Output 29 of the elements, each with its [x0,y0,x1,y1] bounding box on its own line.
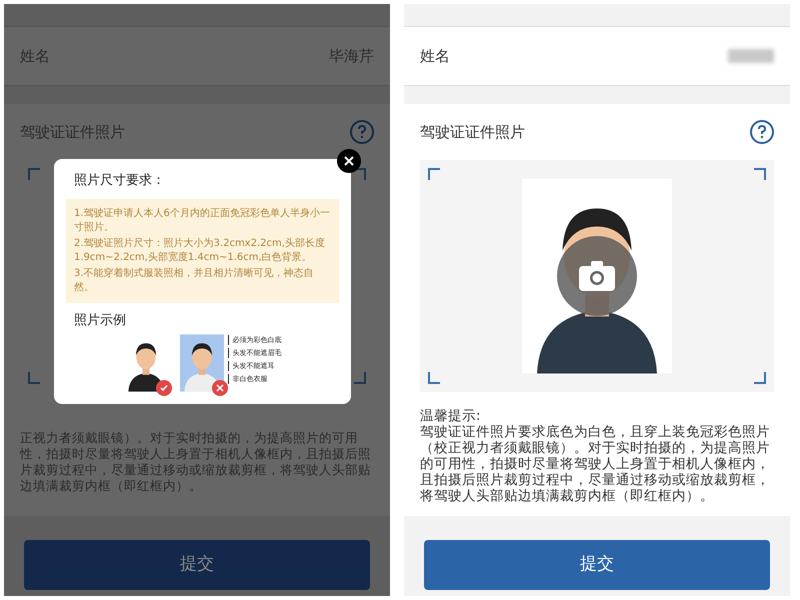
tip-line: 性，拍摄时尽量将驾驶人上身置于相机人像框内，且拍摄后照 [20,446,372,462]
frame-corner-icon [28,168,40,180]
help-icon[interactable] [750,120,774,144]
frame-corner-icon [428,372,440,384]
section-title: 驾驶证证件照片 [420,122,525,143]
submit-button[interactable]: 提交 [424,540,770,590]
frame-corner-icon [754,372,766,384]
frame-corner-icon [28,372,40,384]
tip-title: 温馨提示: [420,408,482,424]
section-title: 驾驶证证件照片 [20,122,125,143]
frame-corner-icon [354,372,366,384]
requirement-text: 2.驾驶证照片尺寸：照片大小为3.2cmx2.2cm,头部长度1.9cm~2.2cm,头部宽度1.4cm~1.6cm,白色背景。 [74,236,326,264]
frame-corner-icon [754,168,766,180]
help-icon[interactable] [350,120,374,144]
requirement-text: 3.不能穿着制式服装照相，并且相片清晰可见，神态自然。 [74,266,315,294]
example-portrait-drawing [180,334,224,392]
frame-corner-icon [428,168,440,180]
tip-text: 驾驶证证件照片要求底色为白色，且穿上装免冠彩色照片（校正视力者须戴眼镜）。对于实时拍摄的，为提高照片的可用性，拍摄时尽量将驾驶人上身置于相机人像框内，且拍摄后照片裁剪过程中，尽量通过移动或缩放裁剪框，将驾驶人头部贴边填满裁剪内框（即红框内）。 [420,424,771,504]
dialog-title: 照片尺寸要求： [73,172,166,190]
requirement-text: 1.驾驶证申请人本人6个月内的正面免冠彩色单人半身小一寸照片。 [74,206,331,234]
name-value: 毕海芹 [329,46,374,67]
name-label: 姓名 [420,46,450,67]
tip-line: 边填满裁剪内框（即红框内）。 [20,478,203,494]
close-icon [344,156,354,166]
name-label: 姓名 [20,46,50,67]
tip-line: 片裁剪过程中，尽量通过移动或缩放裁剪框，将驾驶人头部贴 [20,462,372,478]
examples-title: 照片示例 [73,312,127,330]
submit-button[interactable]: 提交 [24,540,370,590]
tip-line: 正视力者须戴眼镜）。对于实时拍摄的，为提高照片的可用 [20,430,359,446]
